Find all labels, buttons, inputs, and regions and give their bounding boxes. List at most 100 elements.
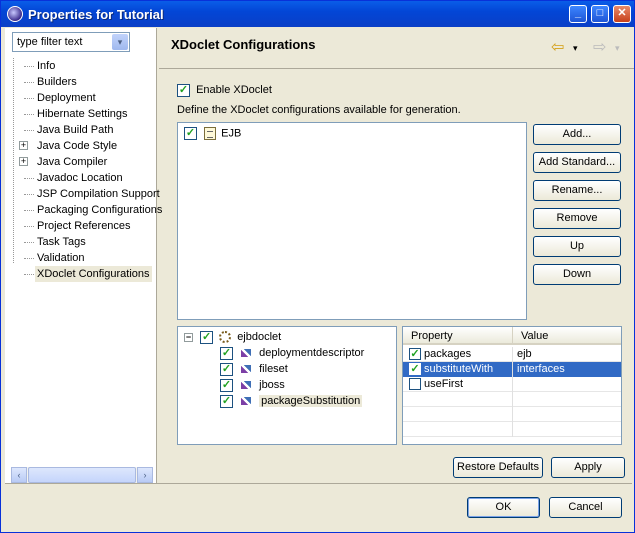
sidebar-item-label: Packaging Configurations <box>37 204 163 216</box>
tree-connector <box>24 194 34 195</box>
tree-connector <box>24 82 34 83</box>
up-button[interactable]: Up <box>533 236 621 257</box>
sidebar-item[interactable]: Javadoc Location <box>15 170 157 186</box>
tree-node-deploymentdescriptor[interactable]: ✓ deploymentdescriptor <box>220 345 364 361</box>
down-button[interactable]: Down <box>533 264 621 285</box>
config-label: EJB <box>221 127 242 140</box>
sidebar-item[interactable]: Builders <box>15 74 157 90</box>
filter-combo[interactable]: type filter text ▾ <box>12 32 130 52</box>
sidebar: type filter text ▾ Info Builders Deploymen… <box>5 28 162 483</box>
sidebar-item-label: Builders <box>37 76 77 88</box>
sidebar-item-label: JSP Compilation Support <box>37 188 160 200</box>
checkbox[interactable]: ✓ <box>177 84 190 97</box>
tree-node-packagesubstitution[interactable]: ✓ packageSubstitution <box>220 393 363 409</box>
property-value[interactable]: ejb <box>513 347 621 362</box>
table-row[interactable]: ✓ substituteWith interfaces <box>403 362 621 377</box>
node-label: ejbdoclet <box>237 331 282 343</box>
tree-connector <box>24 210 34 211</box>
checkbox[interactable]: ✓ <box>220 378 233 392</box>
sidebar-item[interactable]: Validation <box>15 250 157 266</box>
column-header-property[interactable]: Property <box>403 327 513 345</box>
cancel-button[interactable]: Cancel <box>549 497 622 518</box>
sidebar-item[interactable]: Hibernate Settings <box>15 106 157 122</box>
close-button[interactable]: ✕ <box>613 5 631 23</box>
subtask-icon <box>241 381 252 390</box>
tree-connector <box>24 130 34 131</box>
ok-button[interactable]: OK <box>467 497 540 518</box>
tree-node-jboss[interactable]: ✓ jboss <box>220 377 285 393</box>
tree-connector <box>24 258 34 259</box>
checkbox[interactable]: ✓ <box>220 362 233 376</box>
maximize-button[interactable]: □ <box>591 5 609 23</box>
tree-connector <box>24 66 34 67</box>
minimize-button[interactable]: _ <box>569 5 587 23</box>
sidebar-item-label: Hibernate Settings <box>37 108 128 120</box>
sidebar-item-label: Task Tags <box>37 236 86 248</box>
scroll-right-icon[interactable]: › <box>137 467 153 483</box>
sidebar-item[interactable]: Java Build Path <box>15 122 157 138</box>
sidebar-item-label: Deployment <box>37 92 96 104</box>
checkbox[interactable]: ✓ <box>184 127 197 140</box>
checkbox[interactable]: ✓ <box>220 346 233 360</box>
sidebar-item[interactable]: + Java Compiler <box>15 154 157 170</box>
table-row[interactable]: ✓ packages ejb <box>403 347 621 362</box>
tree-node-fileset[interactable]: ✓ fileset <box>220 361 288 377</box>
chevron-down-icon[interactable]: ▾ <box>112 34 128 50</box>
back-arrow-icon[interactable]: ⇦ <box>551 37 564 57</box>
sidebar-item-label: Validation <box>37 252 85 264</box>
sidebar-item[interactable]: Packaging Configurations <box>15 202 162 218</box>
checkbox[interactable] <box>409 378 421 391</box>
subtask-icon <box>241 397 252 406</box>
empty-row <box>403 422 621 437</box>
tree-connector <box>24 114 34 115</box>
node-label: fileset <box>259 363 288 375</box>
sidebar-item[interactable]: Project References <box>15 218 157 234</box>
subtask-icon <box>241 365 252 374</box>
enable-xdoclet-checkbox[interactable]: ✓ Enable XDoclet <box>177 84 272 97</box>
sidebar-item-label: Project References <box>37 220 131 232</box>
properties-table[interactable]: Property Value ✓ packages ejb ✓ substitute… <box>402 326 622 445</box>
config-file-icon <box>204 127 217 140</box>
sidebar-item[interactable]: Task Tags <box>15 234 157 250</box>
property-value[interactable] <box>513 377 621 392</box>
list-item[interactable]: ✓ EJB <box>184 127 241 140</box>
sidebar-item-label: Info <box>37 60 56 72</box>
title-bar: Properties for Tutorial _ □ ✕ <box>1 1 634 27</box>
sidebar-item[interactable]: + Java Code Style <box>15 138 157 154</box>
remove-button[interactable]: Remove <box>533 208 621 229</box>
back-menu-icon[interactable]: ▾ <box>573 43 578 54</box>
sidebar-item[interactable]: Info <box>15 58 157 74</box>
tree-node-ejbdoclet[interactable]: − ✓ ejbdoclet <box>184 329 281 345</box>
scroll-thumb[interactable] <box>28 467 136 483</box>
forward-menu-icon[interactable]: ▾ <box>615 43 620 54</box>
scroll-left-icon[interactable]: ‹ <box>11 467 27 483</box>
add-standard-button[interactable]: Add Standard... <box>533 152 621 173</box>
page-content: ✓ Enable XDoclet Define the XDoclet conf… <box>159 68 634 483</box>
rename-button[interactable]: Rename... <box>533 180 621 201</box>
column-header-value[interactable]: Value <box>513 327 621 345</box>
horizontal-scrollbar[interactable]: ‹ › <box>11 467 153 483</box>
forward-arrow-icon[interactable]: ⇨ <box>593 37 606 57</box>
configuration-list[interactable]: ✓ EJB <box>177 122 527 320</box>
empty-row <box>403 407 621 422</box>
properties-dialog: Properties for Tutorial _ □ ✕ type filte… <box>0 0 635 533</box>
restore-defaults-button[interactable]: Restore Defaults <box>453 457 543 478</box>
sidebar-item[interactable]: Deployment <box>15 90 157 106</box>
filter-input[interactable]: type filter text <box>17 36 82 48</box>
doclet-tree[interactable]: − ✓ ejbdoclet ✓ deploymentdescriptor ✓ f… <box>177 326 397 445</box>
checkbox[interactable]: ✓ <box>200 330 214 344</box>
checkbox[interactable]: ✓ <box>409 348 421 361</box>
apply-button[interactable]: Apply <box>551 457 625 478</box>
checkbox[interactable]: ✓ <box>409 363 421 376</box>
sidebar-item[interactable]: JSP Compilation Support <box>15 186 160 202</box>
expand-icon[interactable]: + <box>19 141 28 150</box>
sidebar-item[interactable]: XDoclet Configurations <box>15 266 157 282</box>
collapse-icon[interactable]: − <box>184 332 193 342</box>
expand-icon[interactable]: + <box>19 157 28 166</box>
tree-connector <box>24 98 34 99</box>
table-row[interactable]: useFirst <box>403 377 621 392</box>
add-button[interactable]: Add... <box>533 124 621 145</box>
node-label: packageSubstitution <box>259 395 363 407</box>
property-value[interactable]: interfaces <box>513 362 621 377</box>
checkbox[interactable]: ✓ <box>220 394 233 408</box>
